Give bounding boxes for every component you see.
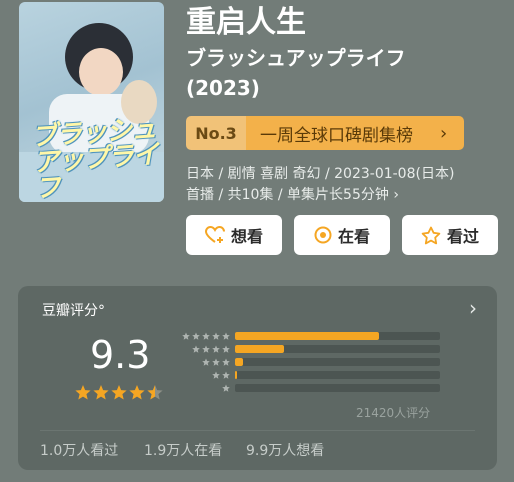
- star-3: [111, 385, 127, 400]
- drama-poster[interactable]: ブラッシュアップライフ: [19, 2, 164, 202]
- rating-score: 9.3: [90, 333, 151, 377]
- bar-track: [235, 332, 440, 340]
- mini-star-icon: [222, 332, 230, 340]
- mini-stars: [222, 384, 230, 392]
- bar-fill: [235, 345, 285, 353]
- ranking-badge[interactable]: No.3 一周全球口碑剧集榜 ›: [186, 116, 464, 150]
- mini-star-icon: [192, 345, 200, 353]
- bar-track: [235, 384, 440, 392]
- meta-info-line2[interactable]: 首播 / 共10集 / 单集片长55分钟 ›: [186, 185, 399, 205]
- wish-count[interactable]: 9.9万人想看: [246, 440, 324, 460]
- mini-star-icon: [202, 358, 210, 366]
- bar-track: [235, 345, 440, 353]
- star-4: [129, 385, 145, 400]
- rating-stars: [75, 385, 163, 400]
- star-icon: [421, 226, 441, 245]
- mini-star-icon: [222, 345, 230, 353]
- bar-track: [235, 358, 440, 366]
- bar-track: [235, 371, 440, 379]
- douban-rating-card[interactable]: 豆瓣评分° › 9.3 21420人评分 1.0万人看过 1.9万人在看 9.9…: [18, 286, 497, 470]
- want-to-watch-button[interactable]: 想看: [186, 215, 282, 255]
- mini-star-icon: [212, 358, 220, 366]
- chevron-right-icon: ›: [440, 116, 464, 150]
- bar-fill: [235, 332, 379, 340]
- mini-star-icon: [212, 332, 220, 340]
- mini-star-icon: [212, 371, 220, 379]
- heart-plus-icon: [204, 226, 225, 244]
- ranking-name: 一周全球口碑剧集榜: [246, 116, 440, 150]
- original-title: ブラッシュアップライフ: [186, 46, 406, 70]
- mini-star-icon: [182, 332, 190, 340]
- mini-stars: [202, 358, 230, 366]
- chevron-right-icon[interactable]: ›: [469, 296, 477, 320]
- poster-title-art: ブラッシュアップライフ: [30, 113, 159, 202]
- bar-fill: [235, 358, 244, 366]
- watched-count[interactable]: 1.0万人看过: [40, 440, 118, 460]
- watching-count[interactable]: 1.9万人在看: [144, 440, 222, 460]
- bar-fill: [235, 371, 238, 379]
- meta-info-line1: 日本 / 剧情 喜剧 奇幻 / 2023-01-08(日本): [186, 166, 455, 182]
- mini-stars: [212, 371, 230, 379]
- mini-star-icon: [222, 371, 230, 379]
- rating-source-label: 豆瓣评分°: [42, 303, 105, 319]
- ranking-number: No.3: [186, 116, 246, 150]
- star-1: [75, 385, 91, 400]
- mini-star-icon: [222, 358, 230, 366]
- watched-button[interactable]: 看过: [402, 215, 498, 255]
- watching-button[interactable]: 在看: [294, 215, 390, 255]
- mini-stars: [182, 332, 230, 340]
- drama-title: 重启人生: [186, 5, 306, 40]
- mini-star-icon: [202, 332, 210, 340]
- mini-star-icon: [212, 345, 220, 353]
- release-year: (2023): [186, 76, 260, 100]
- rating-count: 21420人评分: [356, 406, 431, 420]
- watched-label: 看过: [446, 227, 479, 246]
- mini-star-icon: [202, 345, 210, 353]
- star-5: [147, 385, 163, 400]
- target-icon: [314, 226, 332, 244]
- mini-star-icon: [222, 384, 230, 392]
- want-to-watch-label: 想看: [230, 227, 263, 246]
- watching-label: 在看: [337, 227, 370, 246]
- mini-stars: [192, 345, 230, 353]
- divider: [40, 430, 475, 431]
- mini-star-icon: [192, 332, 200, 340]
- star-2: [93, 385, 109, 400]
